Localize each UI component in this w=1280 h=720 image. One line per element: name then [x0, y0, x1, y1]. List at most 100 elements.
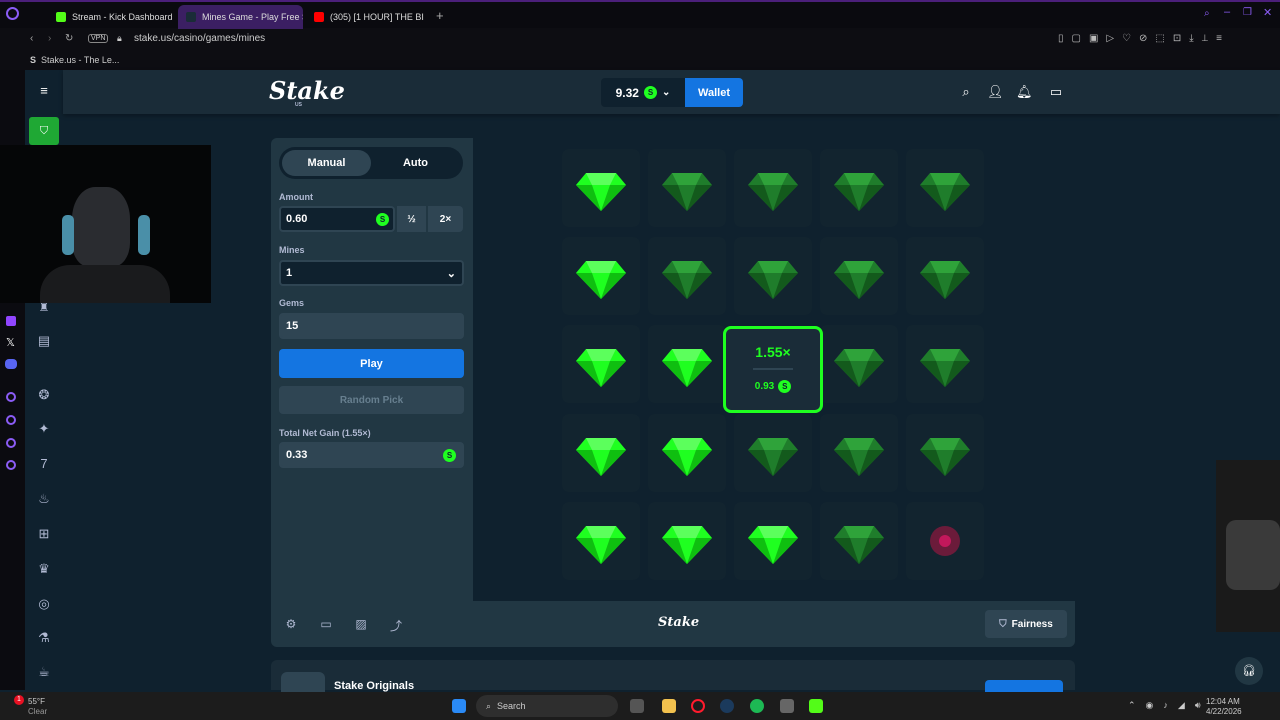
gem-tile-unrevealed[interactable]	[734, 414, 812, 492]
opera-taskbar-icon[interactable]	[691, 699, 705, 713]
new-tab-icon[interactable]: +	[436, 8, 444, 23]
gem-tile-revealed[interactable]	[562, 414, 640, 492]
document-icon[interactable]: ▤	[37, 334, 51, 348]
taskbar-search[interactable]: ⌕ Search	[476, 695, 618, 717]
sidebar-icon-3[interactable]	[6, 438, 16, 448]
double-button[interactable]: 2×	[428, 206, 463, 232]
gift-icon[interactable]: ⊞	[37, 527, 51, 541]
x-icon[interactable]: 𝕏	[6, 336, 15, 349]
gem-tile-unrevealed[interactable]	[648, 149, 726, 227]
sidebar-icon-1[interactable]	[6, 392, 16, 402]
globe-icon[interactable]: ◎	[37, 597, 51, 611]
amount-input[interactable]: 0.60 S	[279, 206, 395, 232]
opera-logo-icon[interactable]	[6, 7, 19, 20]
steam-icon[interactable]	[720, 699, 734, 713]
play-button[interactable]: Play	[279, 349, 464, 378]
stake-bookmark-icon: S	[30, 55, 37, 65]
gem-tile-unrevealed[interactable]	[734, 237, 812, 315]
gem-tile-unrevealed[interactable]	[906, 237, 984, 315]
bookmarks-bar: S Stake.us - The Le...	[0, 50, 1280, 70]
gem-tile-unrevealed[interactable]	[820, 502, 898, 580]
reload-icon[interactable]: ↻	[65, 33, 73, 44]
gem-tile-unrevealed[interactable]	[906, 325, 984, 403]
bookmark-item[interactable]: Stake.us - The Le...	[41, 55, 119, 65]
fire-icon[interactable]: ♨	[37, 492, 51, 506]
half-button[interactable]: ½	[397, 206, 426, 232]
browser-chrome: Stream - Kick Dashboard Mines Game - Pla…	[0, 0, 1280, 70]
webcam-overlay	[0, 145, 211, 303]
windows-start-icon[interactable]	[452, 699, 466, 713]
mines-select[interactable]: 1 ⌄	[279, 260, 464, 286]
menu-icon[interactable]: ≡	[37, 84, 51, 98]
back-icon[interactable]: ‹	[30, 33, 33, 44]
weather-temp[interactable]: 55°F	[28, 697, 45, 706]
gem-tile-revealed[interactable]	[562, 325, 640, 403]
gem-tile-unrevealed[interactable]	[734, 149, 812, 227]
kick-taskbar-icon[interactable]	[809, 699, 823, 713]
search-tabs-icon[interactable]: ⌕	[1204, 8, 1210, 19]
discord-icon[interactable]	[5, 359, 17, 369]
mouse-app-icon[interactable]	[780, 699, 794, 713]
theatre-mode-icon[interactable]: ▭	[319, 617, 333, 631]
stake-logo[interactable]: Stake US	[269, 76, 345, 108]
gem-tile-revealed[interactable]	[562, 149, 640, 227]
flask-icon[interactable]: ⚗	[37, 631, 51, 645]
tab-auto[interactable]: Auto	[371, 150, 460, 176]
gem-tile-revealed[interactable]	[648, 414, 726, 492]
mine-tile[interactable]	[906, 502, 984, 580]
close-window-icon[interactable]: ✕	[1263, 6, 1272, 19]
chip-icon[interactable]: ❂	[37, 388, 51, 402]
support-button[interactable]: 🎧︎	[1235, 657, 1263, 685]
sparkle-icon[interactable]: ✦	[37, 422, 51, 436]
maximize-icon[interactable]: ❐	[1243, 7, 1252, 18]
crown-icon[interactable]: ♛	[37, 562, 51, 576]
gem-tile-unrevealed[interactable]	[820, 325, 898, 403]
gem-tile-revealed[interactable]	[734, 502, 812, 580]
slots-icon[interactable]: 7	[37, 457, 51, 471]
user-icon[interactable]: 👤︎	[987, 84, 1004, 100]
file-explorer-icon[interactable]	[662, 699, 676, 713]
chat-icon[interactable]: ▭	[1048, 84, 1064, 100]
tab-youtube[interactable]: (305) [1 HOUR] THE BI	[306, 5, 431, 29]
mine-icon	[930, 526, 960, 556]
gem-tile-unrevealed[interactable]	[820, 237, 898, 315]
casino-icon[interactable]: ⛉	[29, 117, 59, 145]
tray-icons[interactable]: ⌃◉♪◢🔊︎	[1128, 700, 1211, 711]
balance-selector[interactable]: 9.32 S ⌄	[601, 78, 685, 107]
stats-icon[interactable]: ▨	[354, 617, 368, 631]
cup-icon[interactable]: ☕︎	[37, 665, 51, 679]
wallet-button[interactable]: Wallet	[685, 78, 743, 107]
random-pick-button[interactable]: Random Pick	[279, 386, 464, 414]
sidebar-icon-2[interactable]	[6, 415, 16, 425]
gem-tile-unrevealed[interactable]	[906, 149, 984, 227]
settings-icon[interactable]: ⚙	[284, 617, 298, 631]
fairness-button[interactable]: ⛉ Fairness	[985, 610, 1067, 638]
gem-tile-revealed[interactable]	[562, 502, 640, 580]
tab-mines[interactable]: Mines Game - Play Free S	[178, 5, 303, 29]
task-view-icon[interactable]	[630, 699, 644, 713]
extensions-icons[interactable]: ▯▢▣▷♡⊘⬚⊡⤓⟂≡	[1058, 33, 1230, 44]
minimize-icon[interactable]: –	[1224, 6, 1230, 18]
vpn-badge[interactable]: VPN	[88, 33, 109, 43]
settings-icon[interactable]	[6, 460, 16, 470]
net-gain-value: 0.33	[286, 449, 308, 461]
popout-icon[interactable]: ⤴	[389, 617, 403, 633]
clock-time[interactable]: 12:04 AM	[1206, 697, 1240, 706]
tab-manual[interactable]: Manual	[282, 150, 371, 176]
gem-tile-revealed[interactable]	[562, 237, 640, 315]
gem-tile-unrevealed[interactable]	[648, 237, 726, 315]
url-field[interactable]: stake.us/casino/games/mines	[134, 33, 265, 44]
twitch-icon[interactable]	[6, 316, 16, 326]
cashout-tile[interactable]: 1.55× 0.93 S	[723, 326, 823, 413]
gem-tile-revealed[interactable]	[648, 325, 726, 403]
search-icon[interactable]: ⌕	[958, 84, 974, 100]
gem-tile-unrevealed[interactable]	[820, 149, 898, 227]
gem-tile-unrevealed[interactable]	[906, 414, 984, 492]
bell-icon[interactable]: 🔔︎	[1016, 84, 1033, 100]
tab-kick[interactable]: Stream - Kick Dashboard	[48, 5, 173, 29]
windows-taskbar: 1 55°F Clear ⌕ Search ⌃◉♪◢🔊︎ 12:04 AM 4/…	[0, 692, 1280, 720]
gem-tile-revealed[interactable]	[648, 502, 726, 580]
forward-icon[interactable]: ›	[48, 33, 51, 44]
gem-tile-unrevealed[interactable]	[820, 414, 898, 492]
spotify-icon[interactable]	[750, 699, 764, 713]
